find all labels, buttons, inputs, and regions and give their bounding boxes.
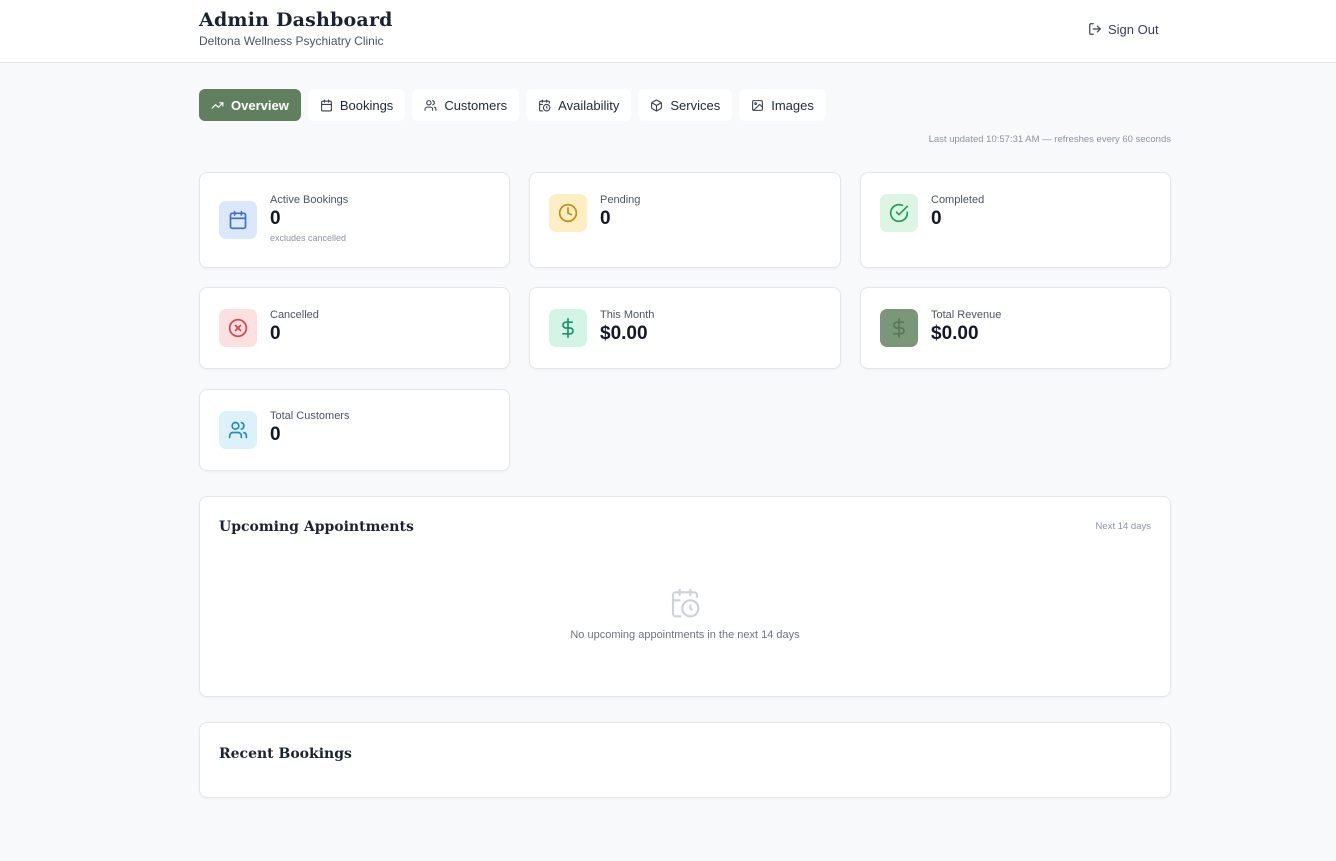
check-circle-icon: [889, 203, 909, 223]
section-title: Upcoming Appointments: [219, 519, 414, 535]
trending-up-icon: [211, 101, 224, 109]
tab-label: Services: [670, 97, 721, 113]
stat-icon-box: [219, 309, 257, 347]
tab-customers[interactable]: Customers: [412, 89, 520, 121]
calendar-icon: [320, 99, 332, 111]
stat-icon-box: [219, 411, 257, 449]
date-range-label: Next 14 days: [1095, 521, 1151, 532]
stat-value: 0: [270, 208, 281, 229]
stat-label: Cancelled: [270, 309, 319, 321]
sign-out-button[interactable]: Sign Out: [1088, 20, 1159, 38]
stat-icon-box: [880, 309, 918, 347]
stat-label: Total Customers: [270, 410, 350, 422]
stat-label: Pending: [600, 194, 641, 206]
stat-value: 0: [270, 323, 281, 344]
tab-label: Bookings: [339, 97, 394, 113]
users-icon: [424, 99, 437, 111]
empty-state: No upcoming appointments in the next 14 …: [200, 587, 1170, 641]
tab-services[interactable]: Services: [638, 89, 733, 121]
stat-card-active-bookings: Active Bookings 0 excludes cancelled: [199, 172, 510, 268]
section-title: Recent Bookings: [219, 746, 352, 762]
stat-card-pending: Pending 0: [529, 172, 841, 268]
stat-icon-box: [549, 309, 587, 347]
stat-value: 0: [931, 208, 942, 229]
image-icon: [752, 99, 764, 111]
recent-bookings-panel: Recent Bookings: [199, 722, 1171, 798]
stat-card-cancelled: Cancelled 0: [199, 287, 510, 369]
stat-note: excludes cancelled: [270, 233, 347, 243]
stat-card-total-revenue: Total Revenue $0.00: [860, 287, 1171, 369]
calendar-clock-icon: [671, 588, 700, 618]
page-title: Admin Dashboard: [199, 9, 393, 31]
stat-value: 0: [270, 424, 281, 445]
users-icon: [228, 421, 248, 439]
dollar-icon: [893, 318, 905, 338]
stat-value: $0.00: [600, 323, 648, 344]
stat-label: Total Revenue: [931, 309, 1002, 321]
stat-icon-box: [880, 194, 918, 232]
tab-overview[interactable]: Overview: [199, 89, 301, 121]
stat-value: 0: [600, 208, 611, 229]
empty-state-text: No upcoming appointments in the next 14 …: [570, 629, 800, 641]
x-circle-icon: [228, 318, 248, 338]
calendar-icon: [229, 210, 247, 230]
calendar-clock-icon: [539, 99, 551, 111]
stat-label: Completed: [931, 194, 985, 206]
stat-label: Active Bookings: [270, 194, 349, 206]
stat-card-total-customers: Total Customers 0: [199, 389, 510, 471]
tab-label: Customers: [444, 97, 508, 113]
last-updated-text: Last updated 10:57:31 AM — refreshes eve…: [928, 134, 1171, 145]
stat-card-this-month: This Month $0.00: [529, 287, 841, 369]
tab-bookings[interactable]: Bookings: [307, 89, 406, 121]
dashboard-tabs: Overview Bookings Customers Availability…: [199, 89, 826, 121]
package-icon: [651, 99, 663, 112]
stat-icon-box: [549, 194, 587, 232]
clinic-name: Deltona Wellness Psychiatry Clinic: [199, 34, 384, 48]
stat-value: $0.00: [931, 323, 979, 344]
stat-card-completed: Completed 0: [860, 172, 1171, 268]
stat-icon-box: [219, 201, 257, 239]
stat-label: This Month: [600, 309, 655, 321]
tab-label: Overview: [231, 97, 289, 113]
log-out-icon: [1089, 23, 1101, 35]
clock-icon: [558, 203, 578, 223]
tab-images[interactable]: Images: [739, 89, 826, 121]
sign-out-label: Sign Out: [1108, 21, 1159, 37]
dollar-icon: [562, 318, 574, 338]
tab-label: Images: [771, 97, 814, 113]
brand: Admin Dashboard Deltona Wellness Psychia…: [199, 9, 393, 48]
tab-label: Availability: [558, 97, 620, 113]
top-header: Admin Dashboard Deltona Wellness Psychia…: [0, 0, 1336, 63]
upcoming-appointments-panel: Upcoming Appointments Next 14 days No up…: [199, 496, 1171, 697]
tab-availability[interactable]: Availability: [526, 89, 632, 121]
